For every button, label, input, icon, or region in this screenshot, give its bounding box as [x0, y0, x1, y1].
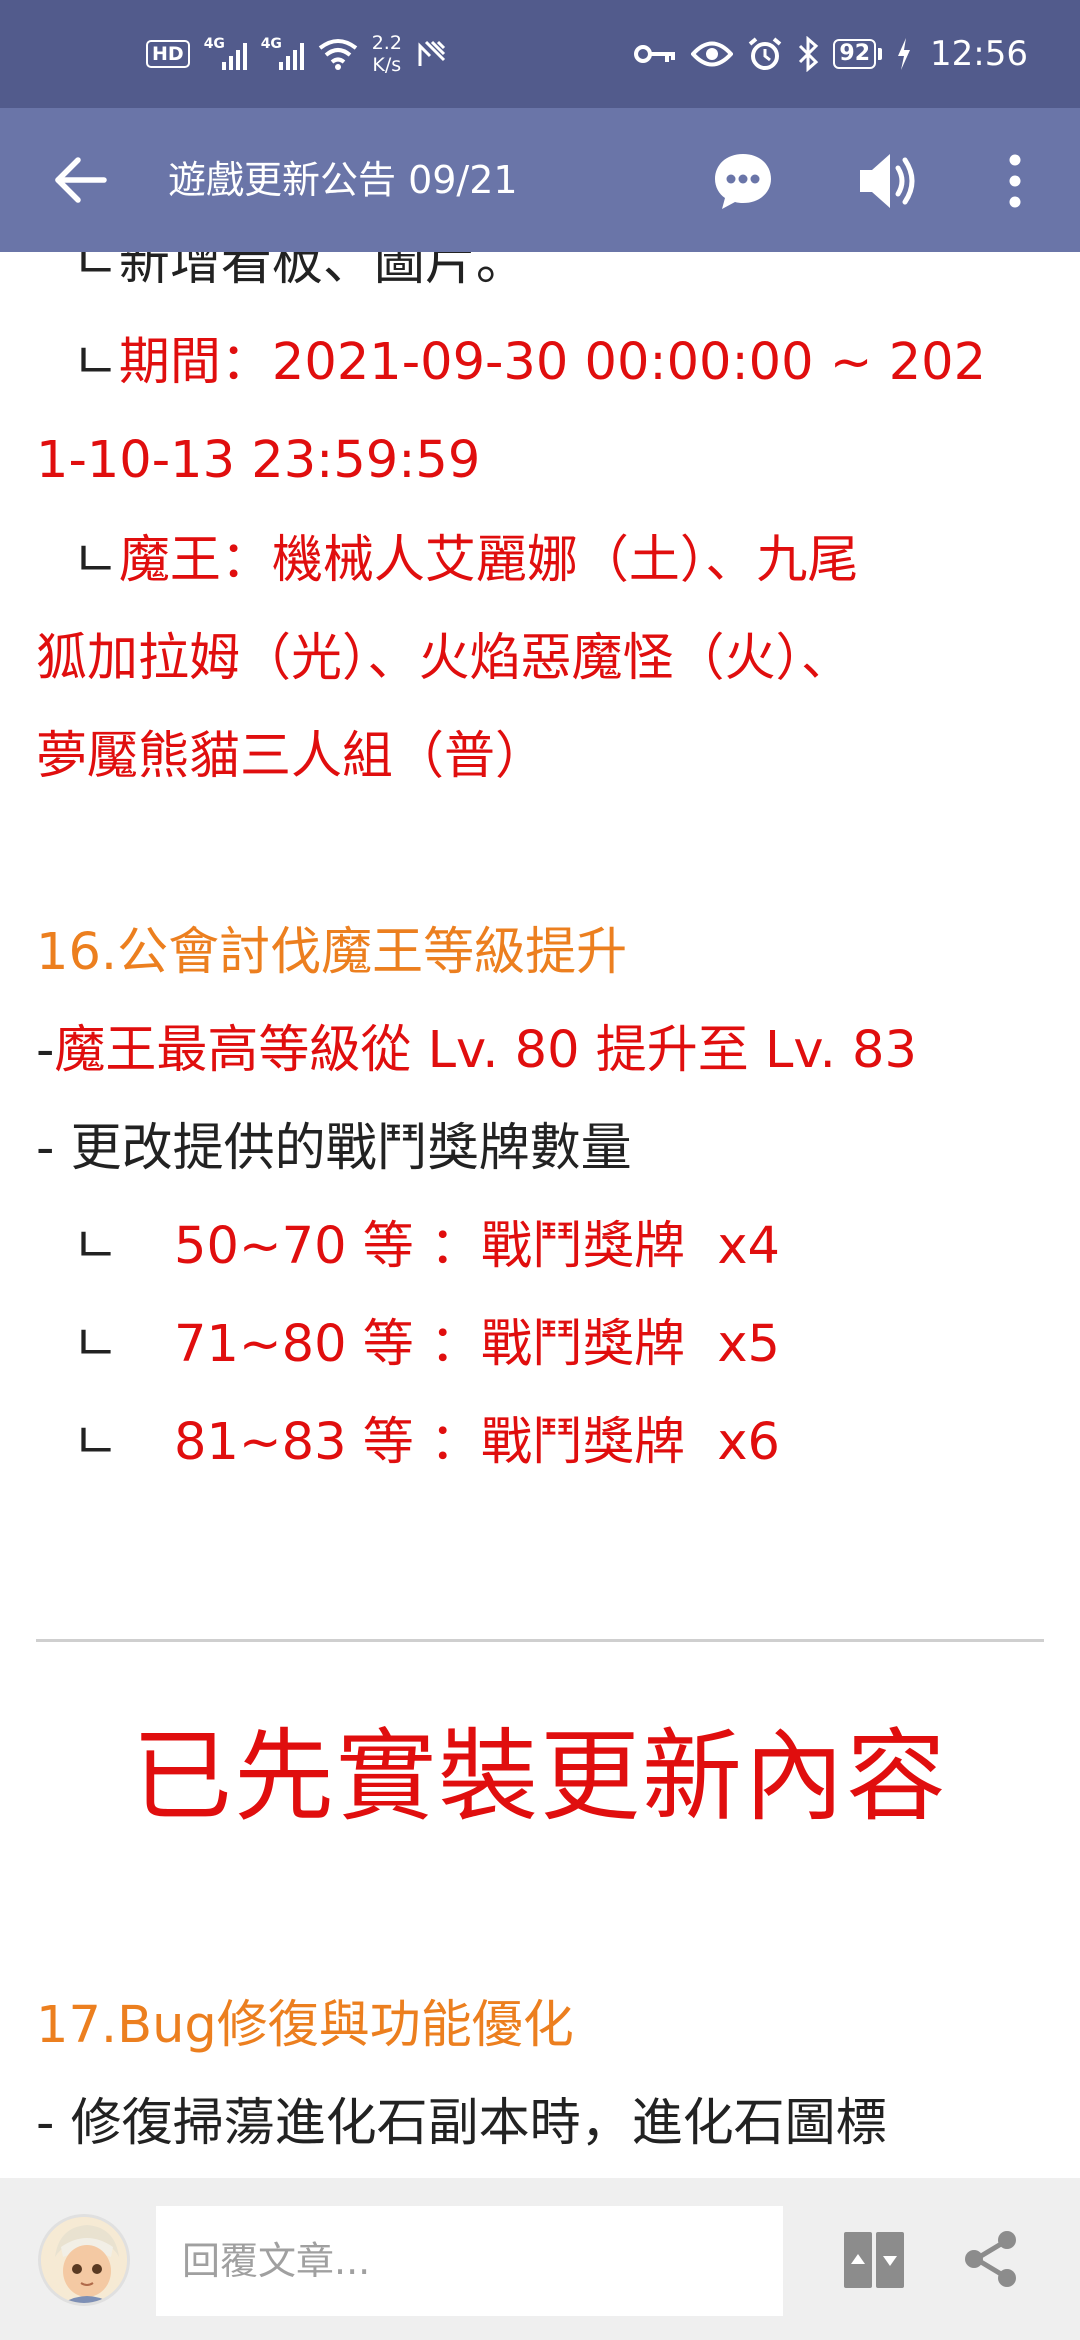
sim1-label: 4G [203, 36, 225, 52]
status-right-group: 92 12:56 [633, 28, 1028, 80]
section-16-title: 16.公會討伐魔王等級提升 [36, 923, 628, 982]
bluetooth-icon [799, 36, 819, 72]
medal-row-prefix: ㄴ [72, 1315, 119, 1374]
avatar-image [41, 2217, 127, 2303]
medal-row: ㄴ 71~80 等 ：戰鬥獎牌 x5 [36, 1296, 1046, 1394]
network-speed-unit: K/s [372, 54, 402, 76]
reply-bar [0, 2178, 1080, 2340]
period-line-2: 1-10-13 23:59:59 [36, 431, 481, 490]
period-prefix: ㄴ [72, 333, 119, 392]
implemented-heading: 已先實裝更新內容 [132, 1718, 948, 1835]
page-title: 遊戲更新公告 09/21 [168, 158, 518, 202]
back-button[interactable] [50, 150, 110, 210]
more-options-button[interactable] [1000, 150, 1030, 212]
clock: 12:56 [930, 34, 1028, 74]
medal-row-text: 50~70 等 ：戰鬥獎牌 x4 [174, 1217, 780, 1276]
article-body: ㄴ新增看板、圖片。 ㄴ期間：2021-09-30 00:00:00 ~ 202 … [0, 252, 1080, 2178]
speaker-icon [860, 154, 915, 208]
share-button[interactable] [960, 2228, 1022, 2290]
max-level-dash: - [36, 1021, 55, 1080]
arrow-left-icon [55, 157, 107, 203]
share-icon [965, 2231, 1016, 2287]
chat-button[interactable] [712, 150, 774, 212]
medal-row: ㄴ 81~83 等 ：戰鬥獎牌 x6 [36, 1394, 1046, 1492]
sim2-label: 4G [260, 36, 282, 52]
boss-text-1: 魔王：機械人艾麗娜（土）、九尾 [118, 531, 859, 590]
medals-item: - 更改提供的戰鬥獎牌數量 [36, 1119, 632, 1178]
network-speed: 2.2 K/s [372, 32, 402, 76]
sound-button[interactable] [856, 148, 922, 214]
key-icon [634, 45, 676, 63]
boss-line-1: ㄴ魔王：機械人艾麗娜（土）、九尾 [36, 512, 1046, 610]
boss-line-2: 狐加拉姆（光）、火焰惡魔怪（火）、 [36, 629, 853, 688]
partial-line: ㄴ新增看板、圖片。 [72, 252, 527, 292]
signal-icon-sim1: 4G [203, 36, 247, 70]
section-17-title: 17.Bug修復與功能優化 [36, 1996, 574, 2055]
section-divider [36, 1639, 1044, 1642]
eye-icon [691, 41, 734, 67]
battery-icon: 92 [833, 39, 883, 69]
page-nav-button[interactable] [842, 2230, 906, 2290]
medal-row-prefix: ㄴ [72, 1413, 119, 1472]
battery-level: 92 [833, 39, 877, 69]
wifi-icon [318, 39, 357, 70]
alarm-icon [749, 37, 782, 70]
user-avatar[interactable] [38, 2214, 130, 2306]
max-level-text: 魔王最高等級從 Lv. 80 提升至 Lv. 83 [54, 1021, 917, 1080]
medal-row-text: 71~80 等 ：戰鬥獎牌 x5 [174, 1315, 780, 1374]
signal-icon-sim2: 4G [260, 36, 304, 70]
status-left-group: HD 4G 4G 2.2 K/s [146, 28, 448, 80]
network-speed-value: 2.2 [371, 32, 402, 54]
app-bar: 遊戲更新公告 09/21 [0, 108, 1080, 252]
charging-icon [898, 38, 911, 70]
hd-badge: HD [146, 40, 190, 68]
boss-line-3: 夢魘熊貓三人組（普） [36, 727, 547, 786]
medal-row-prefix: ㄴ [72, 1217, 119, 1276]
max-level-item: - 魔王最高等級從 Lv. 80 提升至 Lv. 83 [36, 1002, 1046, 1100]
page-up-down-icon [844, 2232, 904, 2288]
period-text-1: 期間：2021-09-30 00:00:00 ~ 202 [118, 333, 987, 392]
chat-bubble-icon [715, 154, 771, 209]
fix-item: - 修復掃蕩進化石副本時，進化石圖標 [36, 2094, 887, 2153]
reply-input[interactable] [156, 2206, 783, 2316]
period-line-1: ㄴ期間：2021-09-30 00:00:00 ~ 202 [36, 314, 1046, 412]
nfc-icon [418, 40, 445, 66]
status-bar: HD 4G 4G 2.2 K/s 92 12:56 [0, 0, 1080, 108]
boss-prefix: ㄴ [72, 531, 119, 590]
medal-row: ㄴ 50~70 等 ：戰鬥獎牌 x4 [36, 1198, 1046, 1296]
medal-row-text: 81~83 等 ：戰鬥獎牌 x6 [174, 1413, 780, 1472]
more-vert-icon [1009, 154, 1021, 208]
